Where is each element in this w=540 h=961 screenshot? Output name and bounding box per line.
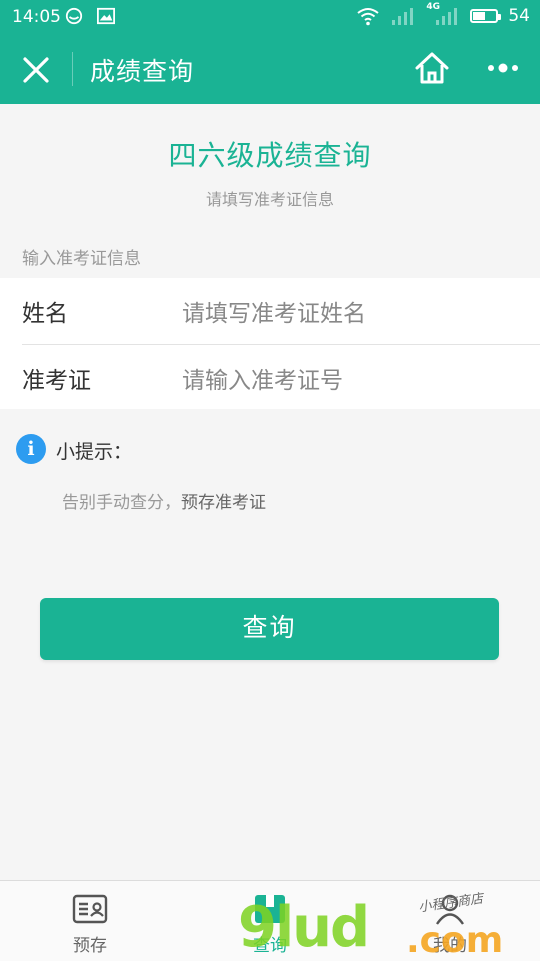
info-icon: i bbox=[16, 434, 46, 464]
tip-text-prefix: 告别手动查分， bbox=[62, 493, 181, 513]
battery-icon bbox=[470, 9, 502, 23]
tab-bar: 预存 查询 我的 bbox=[0, 880, 540, 961]
ticket-label: 准考证 bbox=[22, 368, 91, 394]
header: 四六级成绩查询 请填写准考证信息 bbox=[0, 104, 540, 234]
tab-label: 预存 bbox=[73, 936, 107, 956]
wifi-icon bbox=[357, 8, 379, 26]
status-time: 14:05 bbox=[12, 7, 61, 27]
more-options-icon[interactable] bbox=[486, 60, 520, 76]
main-subtitle: 请填写准考证信息 bbox=[205, 190, 334, 209]
app-notification-icon bbox=[65, 7, 83, 25]
name-label: 姓名 bbox=[22, 301, 68, 327]
tab-mine[interactable]: 我的 bbox=[360, 881, 540, 961]
signal-icon bbox=[392, 8, 414, 25]
nav-bar: 成绩查询 bbox=[0, 34, 540, 104]
tip-title: 小提示： bbox=[56, 441, 133, 463]
id-card-icon bbox=[72, 894, 108, 924]
tab-label: 我的 bbox=[433, 936, 467, 956]
battery-level: 54 bbox=[508, 6, 530, 26]
tab-prestore[interactable]: 预存 bbox=[0, 881, 180, 961]
mobile-data: 4G bbox=[426, 2, 460, 26]
network-type-label: 4G bbox=[426, 2, 441, 12]
tab-query[interactable]: 查询 bbox=[180, 881, 360, 961]
image-notification-icon bbox=[97, 7, 115, 25]
user-icon bbox=[436, 894, 464, 925]
tab-label: 查询 bbox=[253, 936, 287, 956]
ticket-row: 准考证 请输入准考证号 bbox=[22, 344, 540, 410]
main-title: 四六级成绩查询 bbox=[168, 139, 372, 172]
nav-divider bbox=[72, 52, 73, 86]
status-bar: 14:05 4G 54 bbox=[0, 0, 540, 34]
close-icon[interactable] bbox=[20, 54, 52, 86]
ticket-input[interactable]: 请输入准考证号 bbox=[182, 361, 343, 395]
tip-text: 告别手动查分，预存准考证 bbox=[62, 488, 266, 513]
home-icon[interactable] bbox=[414, 50, 450, 86]
form-section-label: 输入准考证信息 bbox=[22, 249, 141, 269]
query-button[interactable]: 查询 bbox=[40, 598, 499, 660]
name-input[interactable]: 请填写准考证姓名 bbox=[182, 294, 366, 328]
admission-form: 姓名 请填写准考证姓名 准考证 请输入准考证号 bbox=[0, 278, 540, 409]
tip-text-link[interactable]: 预存准考证 bbox=[181, 493, 266, 513]
book-icon bbox=[255, 895, 285, 923]
battery-fill bbox=[473, 12, 486, 20]
page-title: 成绩查询 bbox=[90, 57, 195, 86]
name-row: 姓名 请填写准考证姓名 bbox=[0, 278, 540, 343]
